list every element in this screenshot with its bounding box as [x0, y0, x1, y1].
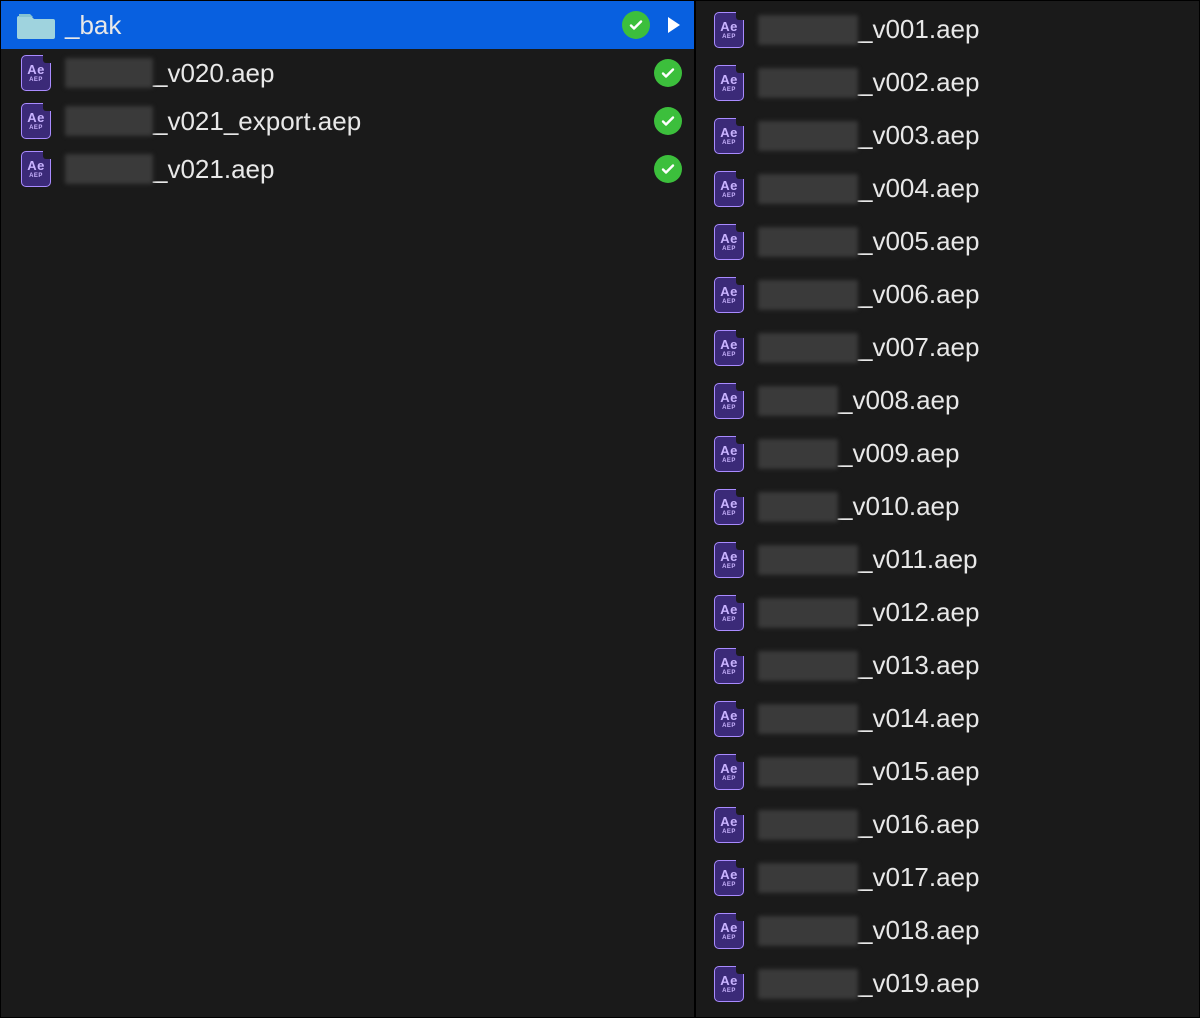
- aep-file-icon: AeAEP: [710, 911, 748, 951]
- aep-file-icon: AeAEP: [710, 434, 748, 474]
- redacted-name-portion: [758, 227, 858, 257]
- file-name: _v001.aep: [758, 14, 968, 45]
- aep-file-icon: AeAEP: [17, 101, 55, 141]
- file-row[interactable]: AeAEP _v002.aep: [696, 56, 1199, 109]
- redacted-name-portion: [758, 439, 838, 469]
- redacted-name-portion: [758, 386, 838, 416]
- file-name: _v017.aep: [758, 862, 968, 893]
- file-name: _v004.aep: [758, 173, 968, 204]
- file-name: _v019.aep: [758, 968, 968, 999]
- aep-file-icon: AeAEP: [710, 275, 748, 315]
- redacted-name-portion: [758, 916, 858, 946]
- sync-check-icon: [654, 107, 682, 135]
- file-name: _v003.aep: [758, 120, 968, 151]
- file-row[interactable]: AeAEP _v013.aep: [696, 639, 1199, 692]
- aep-file-icon: AeAEP: [710, 858, 748, 898]
- aep-file-icon: AeAEP: [710, 222, 748, 262]
- redacted-name-portion: [758, 757, 858, 787]
- file-name: _v005.aep: [758, 226, 968, 257]
- file-row[interactable]: AeAEP _v021.aep: [1, 145, 694, 193]
- file-name: _v007.aep: [758, 332, 968, 363]
- aep-file-icon: AeAEP: [710, 10, 748, 50]
- file-name: _v008.aep: [758, 385, 968, 416]
- folder-row[interactable]: _bak: [1, 1, 694, 49]
- aep-file-icon: AeAEP: [710, 169, 748, 209]
- redacted-name-portion: [758, 333, 858, 363]
- file-row[interactable]: AeAEP _v019.aep: [696, 957, 1199, 1010]
- drill-arrow-icon: [668, 17, 680, 33]
- aep-file-icon: AeAEP: [710, 646, 748, 686]
- file-row[interactable]: AeAEP _v011.aep: [696, 533, 1199, 586]
- redacted-name-portion: [758, 704, 858, 734]
- file-row[interactable]: AeAEP _v007.aep: [696, 321, 1199, 374]
- aep-file-icon: AeAEP: [710, 964, 748, 1004]
- file-row[interactable]: AeAEP _v010.aep: [696, 480, 1199, 533]
- folder-icon: [17, 5, 55, 45]
- file-row[interactable]: AeAEP _v014.aep: [696, 692, 1199, 745]
- file-name: _v010.aep: [758, 491, 968, 522]
- sync-check-icon: [654, 59, 682, 87]
- redacted-name-portion: [758, 280, 858, 310]
- file-name: _v014.aep: [758, 703, 968, 734]
- redacted-name-portion: [758, 598, 858, 628]
- file-row[interactable]: AeAEP _v008.aep: [696, 374, 1199, 427]
- file-name: _v018.aep: [758, 915, 968, 946]
- file-row[interactable]: AeAEP _v021_export.aep: [1, 97, 694, 145]
- file-name: _v011.aep: [758, 544, 968, 575]
- finder-column-left[interactable]: _bakAeAEP_v020.aepAeAEP_v021_export.aepA…: [1, 1, 696, 1017]
- redacted-name-portion: [65, 106, 153, 136]
- file-row[interactable]: AeAEP _v004.aep: [696, 162, 1199, 215]
- file-row[interactable]: AeAEP _v003.aep: [696, 109, 1199, 162]
- aep-file-icon: AeAEP: [710, 699, 748, 739]
- file-name: _v006.aep: [758, 279, 968, 310]
- redacted-name-portion: [758, 651, 858, 681]
- redacted-name-portion: [65, 154, 153, 184]
- file-name: _v016.aep: [758, 809, 968, 840]
- redacted-name-portion: [758, 492, 838, 522]
- file-name: _v012.aep: [758, 597, 968, 628]
- file-name: _v021.aep: [65, 154, 350, 185]
- aep-file-icon: AeAEP: [710, 805, 748, 845]
- file-row[interactable]: AeAEP _v017.aep: [696, 851, 1199, 904]
- aep-file-icon: AeAEP: [710, 116, 748, 156]
- redacted-name-portion: [758, 15, 858, 45]
- file-row[interactable]: AeAEP _v012.aep: [696, 586, 1199, 639]
- sync-check-icon: [654, 155, 682, 183]
- file-name: _v013.aep: [758, 650, 968, 681]
- aep-file-icon: AeAEP: [710, 540, 748, 580]
- redacted-name-portion: [65, 58, 153, 88]
- file-row[interactable]: AeAEP _v005.aep: [696, 215, 1199, 268]
- redacted-name-portion: [758, 174, 858, 204]
- aep-file-icon: AeAEP: [710, 63, 748, 103]
- redacted-name-portion: [758, 68, 858, 98]
- sync-check-icon: [622, 11, 650, 39]
- file-row[interactable]: AeAEP _v020.aep: [1, 49, 694, 97]
- aep-file-icon: AeAEP: [710, 752, 748, 792]
- redacted-name-portion: [758, 969, 858, 999]
- file-name: _v002.aep: [758, 67, 968, 98]
- file-row[interactable]: AeAEP _v016.aep: [696, 798, 1199, 851]
- file-name: _v020.aep: [65, 58, 350, 89]
- aep-file-icon: AeAEP: [17, 53, 55, 93]
- aep-file-icon: AeAEP: [710, 328, 748, 368]
- file-row[interactable]: AeAEP _v018.aep: [696, 904, 1199, 957]
- file-name: _v015.aep: [758, 756, 968, 787]
- file-row[interactable]: AeAEP _v006.aep: [696, 268, 1199, 321]
- file-row[interactable]: AeAEP _v001.aep: [696, 3, 1199, 56]
- finder-column-right[interactable]: AeAEP _v001.aep AeAEP _v002.aep AeAEP _v003.a…: [696, 1, 1199, 1017]
- file-name: _v021_export.aep: [65, 106, 350, 137]
- redacted-name-portion: [758, 121, 858, 151]
- file-row[interactable]: AeAEP _v009.aep: [696, 427, 1199, 480]
- aep-file-icon: AeAEP: [710, 381, 748, 421]
- file-row[interactable]: AeAEP _v015.aep: [696, 745, 1199, 798]
- file-name: _bak: [65, 10, 334, 41]
- aep-file-icon: AeAEP: [710, 593, 748, 633]
- aep-file-icon: AeAEP: [710, 487, 748, 527]
- aep-file-icon: AeAEP: [17, 149, 55, 189]
- file-name: _v009.aep: [758, 438, 968, 469]
- redacted-name-portion: [758, 810, 858, 840]
- redacted-name-portion: [758, 863, 858, 893]
- redacted-name-portion: [758, 545, 858, 575]
